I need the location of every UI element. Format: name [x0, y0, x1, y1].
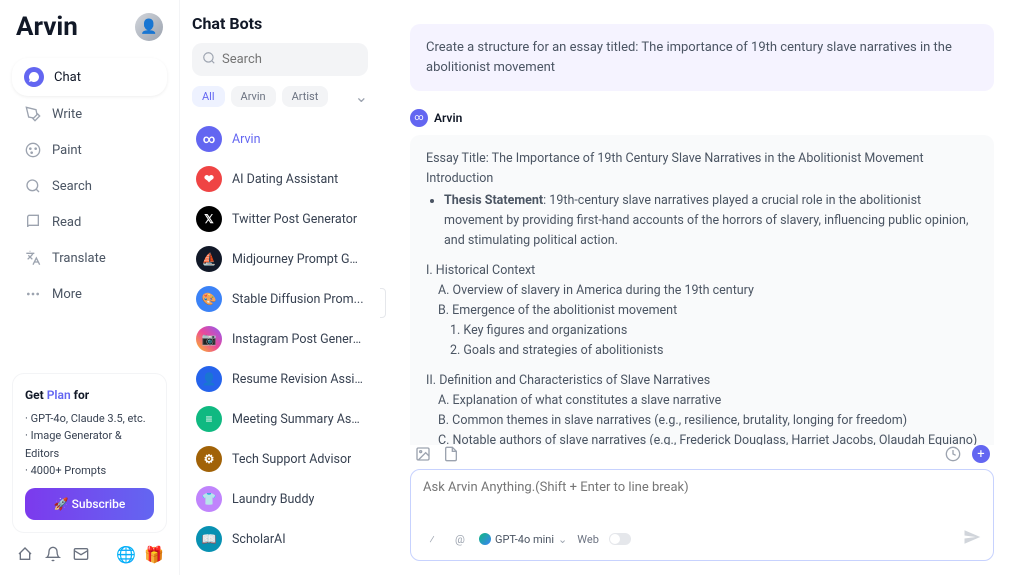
bot-item[interactable]: ≡Meeting Summary Ass...	[192, 399, 368, 439]
composer[interactable]: ⁄ @ GPT-4o mini ⌄ Web	[410, 469, 994, 561]
home-icon[interactable]	[16, 545, 34, 563]
at-icon[interactable]: @	[451, 530, 469, 548]
filter-arvin[interactable]: Arvin	[231, 86, 276, 107]
filter-all[interactable]: All	[192, 86, 225, 107]
bot-icon: ❤	[196, 166, 222, 192]
new-chat-button[interactable]: +	[972, 445, 990, 463]
bot-icon: 👤	[196, 366, 222, 392]
nav-write[interactable]: Write	[12, 96, 167, 132]
bot-item[interactable]: 👤Resume Revision Assis...	[192, 359, 368, 399]
nav-translate[interactable]: Translate	[12, 240, 167, 276]
bot-icon: ∞	[196, 126, 222, 152]
collapse-handle[interactable]: ‹	[380, 288, 386, 318]
mail-icon[interactable]	[72, 545, 90, 563]
search-icon	[202, 50, 216, 69]
bot-item[interactable]: ∞Arvin	[192, 119, 368, 159]
bot-item[interactable]: 🧠TherapistGPT	[192, 559, 368, 561]
bot-item[interactable]: 👕Laundry Buddy	[192, 479, 368, 519]
history-icon[interactable]	[944, 445, 962, 463]
bot-icon: ⛵	[196, 246, 222, 272]
bot-item[interactable]: 📖ScholarAI	[192, 519, 368, 559]
bot-name-label: Arvin	[434, 111, 462, 125]
user-avatar[interactable]: 👤	[135, 13, 163, 41]
bot-icon: 𝕏	[196, 206, 222, 232]
nav-chat[interactable]: Chat	[12, 58, 167, 96]
model-selector[interactable]: GPT-4o mini ⌄	[479, 533, 567, 546]
bot-item[interactable]: ⛵Midjourney Prompt Ge...	[192, 239, 368, 279]
web-toggle[interactable]	[609, 533, 631, 545]
bot-item[interactable]: ❤AI Dating Assistant	[192, 159, 368, 199]
nav-read[interactable]: Read	[12, 204, 167, 240]
bots-panel-title: Chat Bots	[192, 14, 368, 33]
promo-card: Get Plan for · GPT-4o, Claude 3.5, etc.·…	[12, 373, 167, 533]
bot-item[interactable]: 🎨Stable Diffusion Prom...	[192, 279, 368, 319]
nav-more[interactable]: More	[12, 276, 167, 312]
paint-icon	[24, 141, 42, 159]
bot-icon: 📷	[196, 326, 222, 352]
bot-item[interactable]: 📷Instagram Post Genera...	[192, 319, 368, 359]
chevron-down-icon[interactable]: ⌄	[355, 87, 368, 106]
read-icon	[24, 213, 42, 231]
chat-icon	[24, 67, 44, 87]
search-icon	[24, 177, 42, 195]
bot-icon: ⚙	[196, 446, 222, 472]
bell-icon[interactable]	[44, 545, 62, 563]
write-icon	[24, 105, 42, 123]
pdf-icon[interactable]	[442, 445, 460, 463]
bot-search[interactable]	[192, 43, 368, 76]
bot-icon: 👕	[196, 486, 222, 512]
image-icon[interactable]	[414, 445, 432, 463]
nav-search[interactable]: Search	[12, 168, 167, 204]
app-logo: Arvin	[16, 12, 78, 42]
nav-paint[interactable]: Paint	[12, 132, 167, 168]
slash-icon[interactable]: ⁄	[423, 530, 441, 548]
chrome-icon[interactable]: 🌐	[117, 545, 135, 563]
gift-icon[interactable]: 🎁	[145, 545, 163, 563]
user-message: Create a structure for an essay titled: …	[410, 24, 994, 91]
translate-icon	[24, 249, 42, 267]
send-button[interactable]	[963, 528, 981, 550]
bot-icon: ≡	[196, 406, 222, 432]
bot-item[interactable]: 𝕏Twitter Post Generator	[192, 199, 368, 239]
message-input[interactable]	[423, 480, 981, 518]
more-icon	[24, 285, 42, 303]
bot-search-input[interactable]	[222, 52, 358, 67]
bot-item[interactable]: ⚙Tech Support Advisor	[192, 439, 368, 479]
bot-message: Essay Title: The Importance of 19th Cent…	[410, 135, 994, 445]
filter-artist[interactable]: Artist	[282, 86, 329, 107]
arvin-icon: ∞	[410, 109, 428, 127]
bot-icon: 📖	[196, 526, 222, 552]
bot-icon: 🎨	[196, 286, 222, 312]
subscribe-button[interactable]: 🚀 Subscribe	[25, 488, 154, 520]
